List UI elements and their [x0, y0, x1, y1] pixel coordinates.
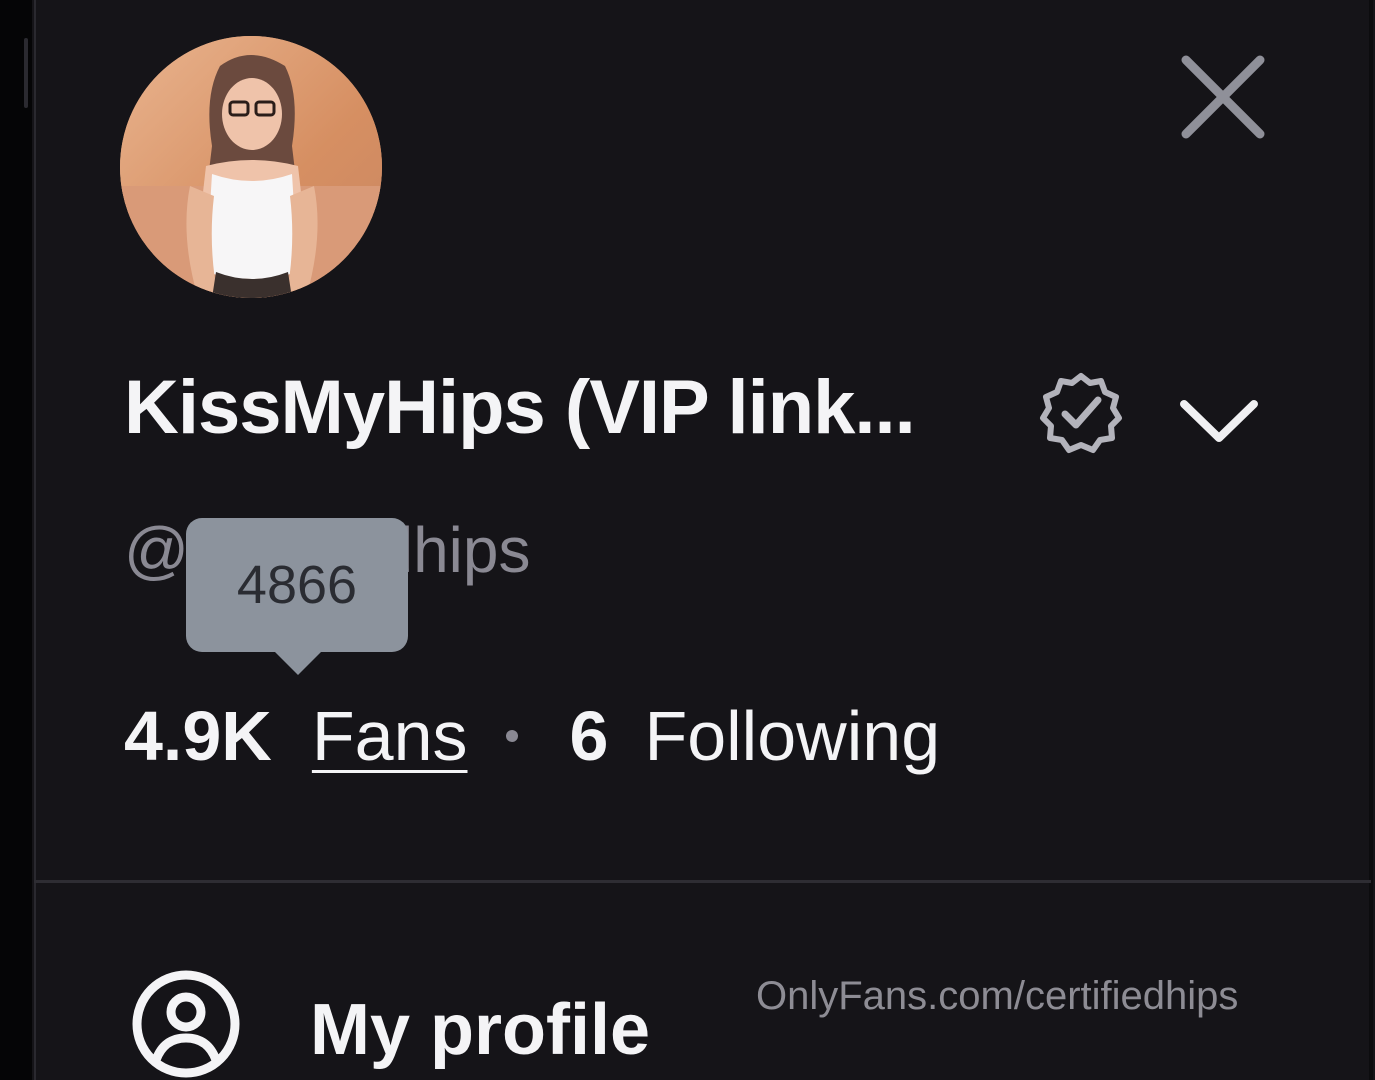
- profile-stats: 4.9K Fans 6 Following: [124, 696, 940, 776]
- watermark-text: OnlyFans.com/certifiedhips: [756, 974, 1239, 1018]
- close-icon: [1181, 55, 1265, 139]
- following-count: 6: [569, 697, 609, 775]
- menu-divider: [34, 880, 1371, 883]
- tooltip-arrow: [274, 651, 322, 675]
- background-window-strip: [0, 0, 32, 1080]
- fans-count-tooltip: 4866: [186, 518, 408, 652]
- separator-dot: [505, 730, 518, 742]
- profile-menu-page: KissMyHips (VIP link... @certifiedhips 4…: [0, 0, 1375, 1080]
- fans-count: 4.9K: [124, 697, 272, 775]
- user-circle-icon: [130, 968, 242, 1080]
- display-name: KissMyHips (VIP link...: [124, 365, 916, 450]
- expand-accounts-button[interactable]: [1174, 392, 1264, 452]
- menu-item-label: My profile: [310, 990, 651, 1070]
- avatar-image: [120, 36, 382, 298]
- close-button[interactable]: [1176, 50, 1270, 144]
- avatar[interactable]: [120, 36, 382, 298]
- chevron-down-icon: [1180, 400, 1258, 442]
- following-link[interactable]: Following: [644, 701, 940, 771]
- tooltip-text: 4866: [236, 555, 358, 615]
- fans-link[interactable]: Fans: [312, 701, 468, 771]
- verified-badge-icon: [1038, 370, 1124, 456]
